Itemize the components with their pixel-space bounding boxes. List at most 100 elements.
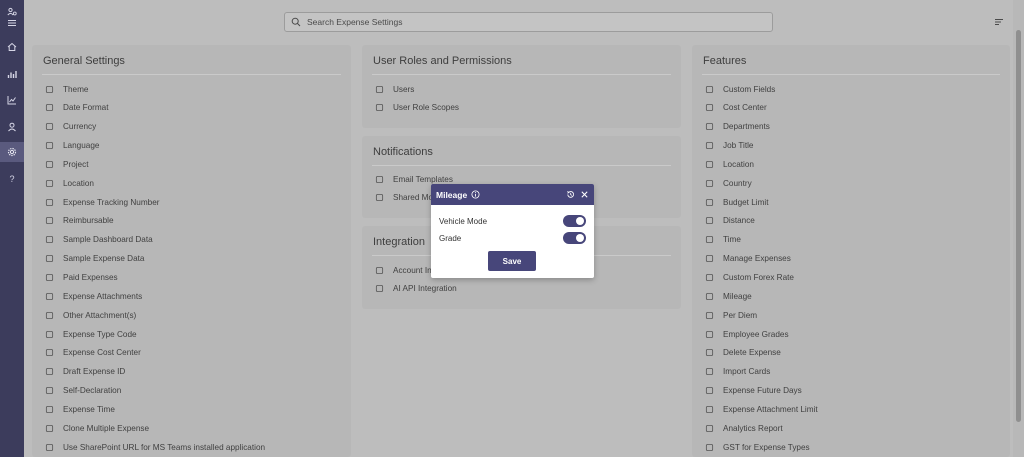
list-item[interactable]: Expense Attachments bbox=[44, 291, 142, 301]
vehicle-mode-toggle[interactable] bbox=[563, 215, 586, 227]
panel-title: User Roles and Permissions bbox=[373, 55, 512, 67]
list-item[interactable]: Departments bbox=[704, 122, 770, 132]
search-input[interactable]: Search Expense Settings bbox=[307, 17, 402, 27]
list-item[interactable]: Time bbox=[704, 235, 741, 245]
list-item[interactable]: Budget Limit bbox=[704, 197, 769, 207]
item-icon bbox=[44, 291, 54, 301]
list-item[interactable]: Sample Dashboard Data bbox=[44, 235, 153, 245]
item-label: Date Format bbox=[63, 103, 109, 113]
item-label: Analytics Report bbox=[723, 423, 783, 433]
item-icon bbox=[704, 423, 714, 433]
scrollbar-thumb[interactable] bbox=[1016, 30, 1021, 422]
list-item[interactable]: Theme bbox=[44, 84, 88, 94]
item-label: Email Templates bbox=[393, 174, 453, 184]
list-item[interactable]: Draft Expense ID bbox=[44, 367, 125, 377]
list-item[interactable]: Account In bbox=[374, 265, 432, 275]
item-label: Reimbursable bbox=[63, 216, 114, 226]
list-item[interactable]: Per Diem bbox=[704, 310, 757, 320]
user-icon[interactable] bbox=[0, 117, 24, 137]
list-item[interactable]: Other Attachment(s) bbox=[44, 310, 136, 320]
item-label: Expense Tracking Number bbox=[63, 197, 160, 207]
list-item[interactable]: Mileage bbox=[704, 291, 752, 301]
list-item[interactable]: Import Cards bbox=[704, 367, 770, 377]
search-bar[interactable]: Search Expense Settings bbox=[284, 12, 773, 32]
list-item[interactable]: Currency bbox=[44, 122, 96, 132]
sort-menu-icon[interactable] bbox=[994, 17, 1004, 27]
item-icon bbox=[704, 254, 714, 264]
list-item[interactable]: Expense Type Code bbox=[44, 329, 137, 339]
dialog-header: Mileage bbox=[431, 184, 594, 205]
info-icon[interactable] bbox=[471, 190, 480, 199]
list-item[interactable]: Location bbox=[704, 159, 754, 169]
item-icon bbox=[44, 273, 54, 283]
grade-toggle[interactable] bbox=[563, 232, 586, 244]
bar-chart-icon[interactable] bbox=[0, 64, 24, 84]
line-chart-icon[interactable] bbox=[0, 90, 24, 110]
item-icon bbox=[44, 329, 54, 339]
item-label: AI API Integration bbox=[393, 284, 457, 294]
list-item[interactable]: AI API Integration bbox=[374, 284, 457, 294]
list-item[interactable]: Custom Forex Rate bbox=[704, 273, 794, 283]
left-nav-rail: ? bbox=[0, 0, 24, 457]
list-item[interactable]: Employee Grades bbox=[704, 329, 789, 339]
list-item[interactable]: Country bbox=[704, 178, 752, 188]
list-item[interactable]: Shared Mo bbox=[374, 193, 433, 203]
item-icon bbox=[704, 84, 714, 94]
list-item[interactable]: Expense Cost Center bbox=[44, 348, 141, 358]
item-icon bbox=[44, 84, 54, 94]
list-item[interactable]: Expense Tracking Number bbox=[44, 197, 159, 207]
item-icon bbox=[44, 442, 54, 452]
item-label: Location bbox=[63, 178, 94, 188]
list-item[interactable]: Users bbox=[374, 84, 414, 94]
list-item[interactable]: Language bbox=[44, 141, 99, 151]
item-icon bbox=[44, 216, 54, 226]
list-item[interactable]: Distance bbox=[704, 216, 755, 226]
list-item[interactable]: User Role Scopes bbox=[374, 103, 459, 113]
item-icon bbox=[44, 103, 54, 113]
item-label: Custom Fields bbox=[723, 84, 776, 94]
list-item[interactable]: Sample Expense Data bbox=[44, 254, 144, 264]
list-item[interactable]: Email Templates bbox=[374, 174, 453, 184]
list-item[interactable]: Self-Declaration bbox=[44, 386, 121, 396]
list-item[interactable]: Expense Attachment Limit bbox=[704, 404, 818, 414]
home-icon[interactable] bbox=[0, 37, 24, 57]
item-label: Language bbox=[63, 141, 100, 151]
item-label: Paid Expenses bbox=[63, 273, 118, 282]
list-item[interactable]: Project bbox=[44, 159, 88, 169]
item-icon bbox=[44, 386, 54, 396]
item-icon bbox=[44, 367, 54, 377]
gear-icon[interactable] bbox=[0, 142, 24, 162]
item-label: Delete Expense bbox=[723, 348, 781, 358]
item-icon bbox=[374, 284, 384, 294]
item-icon bbox=[44, 235, 54, 245]
list-item[interactable]: Expense Future Days bbox=[704, 386, 802, 396]
help-icon[interactable]: ? bbox=[0, 169, 24, 189]
item-label: Per Diem bbox=[723, 310, 758, 320]
list-item[interactable]: Reimbursable bbox=[44, 216, 114, 226]
item-label: Expense Time bbox=[63, 404, 115, 414]
item-icon bbox=[704, 235, 714, 245]
list-item[interactable]: Delete Expense bbox=[704, 348, 781, 358]
list-item[interactable]: Clone Multiple Expense bbox=[44, 423, 149, 433]
item-label: Expense Cost Center bbox=[63, 348, 141, 358]
list-item[interactable]: Date Format bbox=[44, 103, 109, 113]
list-item[interactable]: Location bbox=[44, 178, 94, 188]
item-label: Mileage bbox=[723, 291, 752, 301]
list-item[interactable]: Manage Expenses bbox=[704, 254, 791, 264]
list-item[interactable]: Paid Expenses bbox=[44, 273, 118, 283]
history-icon[interactable] bbox=[566, 190, 575, 199]
save-button[interactable]: Save bbox=[488, 251, 536, 271]
menu-icon[interactable] bbox=[0, 13, 24, 33]
item-icon bbox=[704, 348, 714, 358]
list-item[interactable]: Cost Center bbox=[704, 103, 767, 113]
toggle-label: Vehicle Mode bbox=[439, 216, 488, 226]
list-item[interactable]: GST for Expense Types bbox=[704, 442, 810, 452]
list-item[interactable]: Job Title bbox=[704, 141, 754, 151]
list-item[interactable]: Custom Fields bbox=[704, 84, 775, 94]
item-icon bbox=[704, 404, 714, 414]
list-item[interactable]: Analytics Report bbox=[704, 423, 783, 433]
list-item[interactable]: Expense Time bbox=[44, 404, 115, 414]
list-item[interactable]: Use SharePoint URL for MS Teams installe… bbox=[44, 442, 265, 452]
close-icon[interactable] bbox=[580, 190, 589, 199]
item-label: Shared Mo bbox=[393, 193, 434, 203]
